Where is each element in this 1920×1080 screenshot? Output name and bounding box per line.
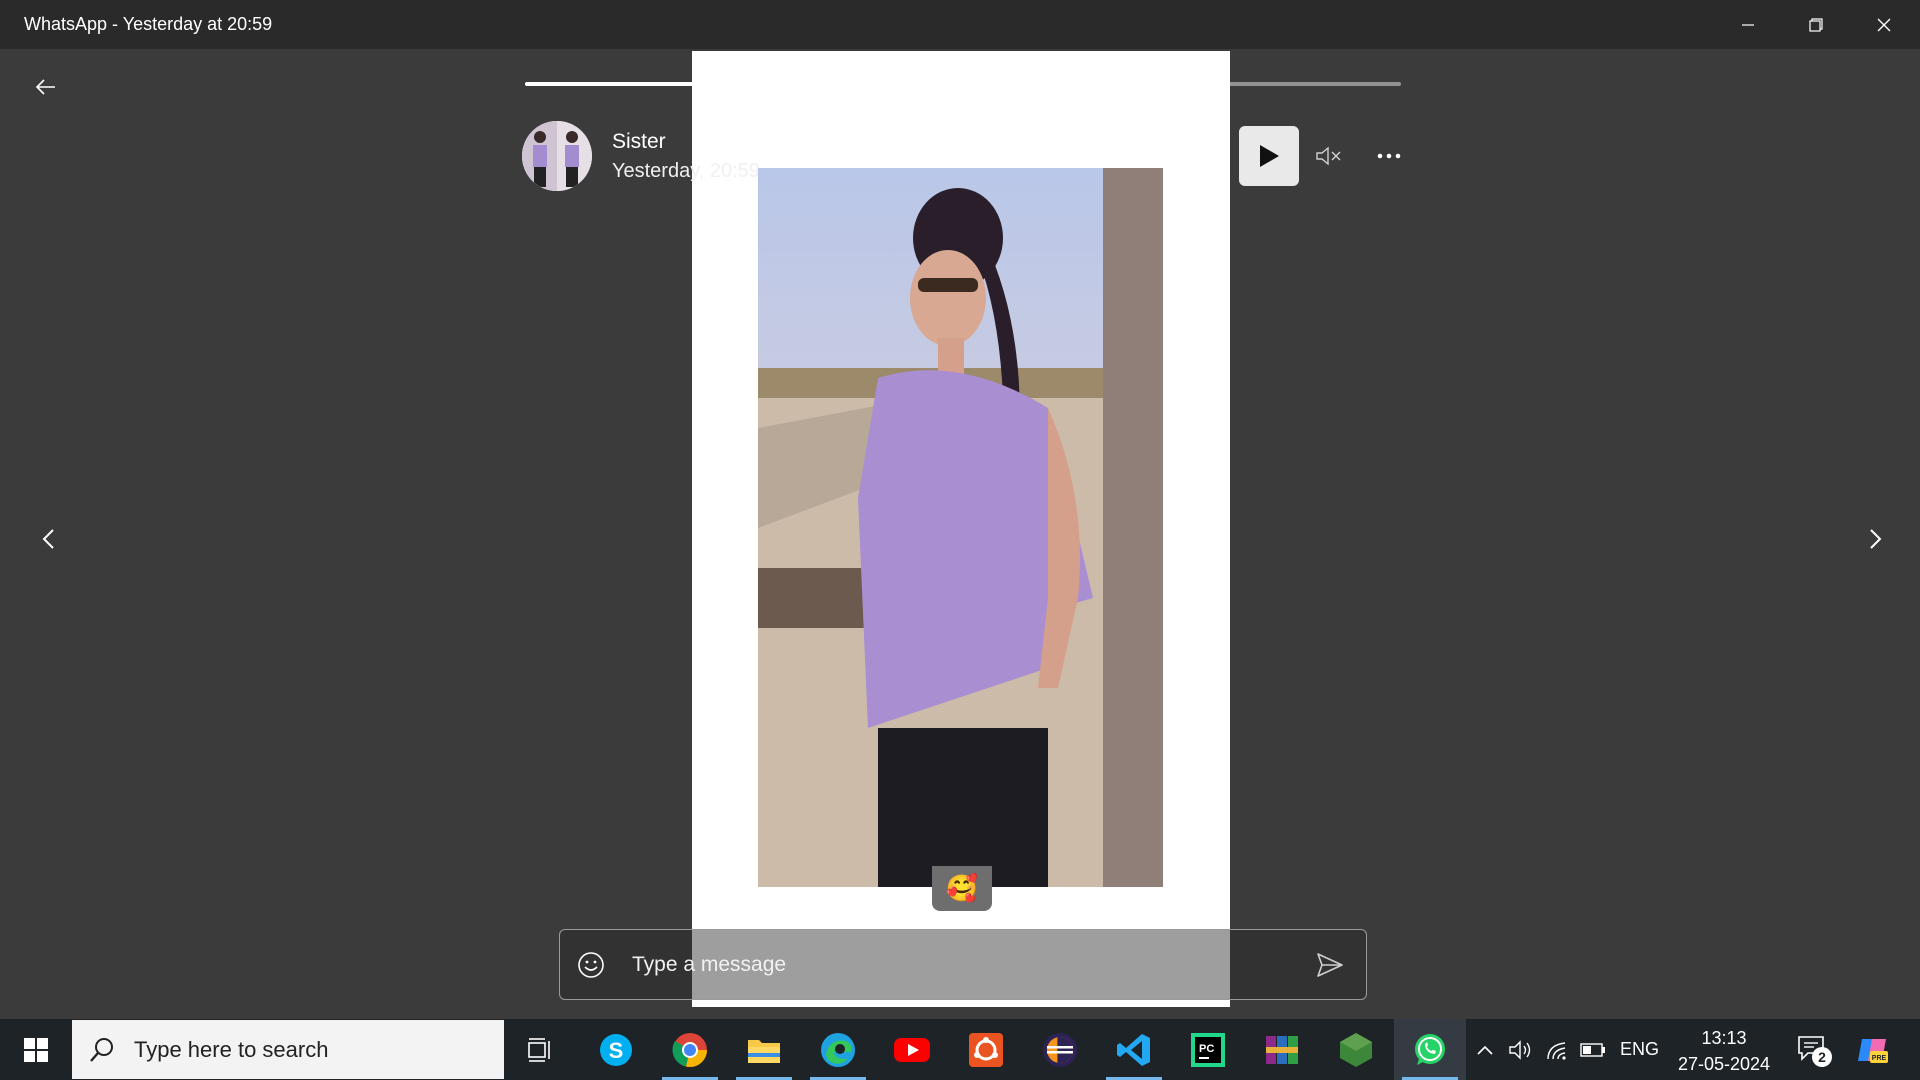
wifi-icon xyxy=(1547,1042,1566,1060)
battery-button[interactable] xyxy=(1580,1037,1606,1063)
pycharm-icon: PC xyxy=(1191,1032,1225,1067)
show-hidden-icons-button[interactable] xyxy=(1472,1037,1498,1063)
more-options-button[interactable] xyxy=(1372,137,1406,175)
clock-date: 27-05-2024 xyxy=(1677,1054,1771,1074)
emoji-icon[interactable] xyxy=(576,950,606,980)
svg-text:S: S xyxy=(609,1038,624,1063)
taskbar-clock[interactable]: 13:13 27-05-2024 xyxy=(1672,1025,1776,1077)
poster-timestamp: Yesterday, 20:59 xyxy=(612,159,760,182)
title-bar: WhatsApp - Yesterday at 20:59 xyxy=(0,0,1920,49)
close-icon xyxy=(1877,18,1891,31)
chevron-up-icon xyxy=(1477,1045,1493,1055)
chevron-left-icon xyxy=(42,529,54,549)
search-icon xyxy=(90,1037,113,1062)
nodejs-icon xyxy=(1340,1032,1372,1067)
taskbar-app-chrome[interactable] xyxy=(654,1019,726,1080)
reply-composer xyxy=(559,929,1367,1000)
avatar-image xyxy=(522,121,592,191)
taskbar: Type here to search S PC ENG 13:13 27-05… xyxy=(0,1019,1920,1080)
taskbar-search[interactable]: Type here to search xyxy=(72,1020,504,1079)
taskbar-app-skype[interactable]: S xyxy=(580,1019,652,1080)
previous-status-button[interactable] xyxy=(28,519,68,559)
taskbar-app-pycharm[interactable]: PC xyxy=(1172,1019,1244,1080)
youtube-icon xyxy=(894,1037,930,1062)
play-button[interactable] xyxy=(1239,126,1299,186)
clock-time: 13:13 xyxy=(1701,1028,1747,1048)
ubuntu-icon xyxy=(969,1032,1003,1067)
volume-button[interactable] xyxy=(1508,1037,1534,1063)
windows-icon xyxy=(24,1037,48,1062)
winrar-icon xyxy=(1266,1035,1298,1064)
poster-name: Sister xyxy=(612,129,666,153)
task-view-icon xyxy=(528,1037,550,1062)
taskbar-app-edge[interactable] xyxy=(802,1019,874,1080)
search-placeholder: Type here to search xyxy=(134,1036,329,1062)
folder-icon xyxy=(748,1039,780,1063)
more-icon xyxy=(1377,153,1401,159)
taskbar-app-file-explorer[interactable] xyxy=(728,1019,800,1080)
network-button[interactable] xyxy=(1544,1037,1570,1063)
back-button[interactable] xyxy=(30,71,62,103)
taskbar-app-eclipse[interactable] xyxy=(1024,1019,1096,1080)
vscode-icon xyxy=(1117,1033,1150,1066)
next-status-button[interactable] xyxy=(1856,519,1896,559)
copilot-icon: PRE xyxy=(1858,1039,1888,1063)
window-title: WhatsApp - Yesterday at 20:59 xyxy=(24,14,273,34)
taskbar-app-ubuntu[interactable] xyxy=(950,1019,1022,1080)
taskbar-app-whatsapp[interactable] xyxy=(1394,1019,1466,1080)
notification-count-badge: 2 xyxy=(1812,1047,1832,1067)
restore-button[interactable] xyxy=(1782,0,1850,49)
arrow-left-icon xyxy=(35,79,55,95)
notification-center-button[interactable]: 2 xyxy=(1796,1033,1832,1067)
svg-text:PC: PC xyxy=(1199,1043,1214,1055)
photo-image xyxy=(758,168,1163,887)
mute-button[interactable] xyxy=(1312,137,1346,175)
whatsapp-icon xyxy=(1415,1033,1445,1065)
battery-icon xyxy=(1580,1043,1605,1057)
task-view-button[interactable] xyxy=(504,1019,576,1080)
chevron-right-icon xyxy=(1870,529,1882,549)
status-photo xyxy=(758,168,1163,887)
minimize-icon xyxy=(1742,23,1754,26)
skype-icon: S xyxy=(600,1033,632,1066)
progress-segment xyxy=(819,82,1107,86)
status-viewer: Sister Yesterday, 20:59 🥰 Type a message xyxy=(0,49,1920,1019)
status-progress-bar xyxy=(525,82,1401,86)
reaction-emoji[interactable]: 🥰 xyxy=(932,866,992,911)
close-button[interactable] xyxy=(1850,0,1918,49)
taskbar-app-vscode[interactable] xyxy=(1098,1019,1170,1080)
eclipse-icon xyxy=(1043,1032,1077,1067)
taskbar-app-youtube[interactable] xyxy=(876,1019,948,1080)
taskbar-app-winrar[interactable] xyxy=(1246,1019,1318,1080)
taskbar-app-nodejs[interactable] xyxy=(1320,1019,1392,1080)
start-button[interactable] xyxy=(0,1019,72,1080)
send-icon[interactable] xyxy=(1315,950,1345,980)
speaker-icon xyxy=(1509,1040,1531,1060)
edge-icon xyxy=(821,1032,855,1067)
svg-text:PRE: PRE xyxy=(1872,1055,1887,1062)
status-poster[interactable]: Sister Yesterday, 20:59 xyxy=(522,120,760,192)
progress-fill xyxy=(525,82,693,86)
volume-muted-icon xyxy=(1316,146,1341,166)
input-language[interactable]: ENG xyxy=(1620,1039,1659,1060)
minimize-button[interactable] xyxy=(1714,0,1782,49)
chrome-icon xyxy=(672,1032,707,1067)
copilot-button[interactable]: PRE xyxy=(1856,1033,1890,1067)
message-input[interactable] xyxy=(630,946,1274,984)
progress-segment xyxy=(525,82,813,86)
restore-icon xyxy=(1809,17,1823,32)
avatar xyxy=(522,121,592,191)
play-icon xyxy=(1260,145,1279,167)
progress-segment xyxy=(1113,82,1401,86)
